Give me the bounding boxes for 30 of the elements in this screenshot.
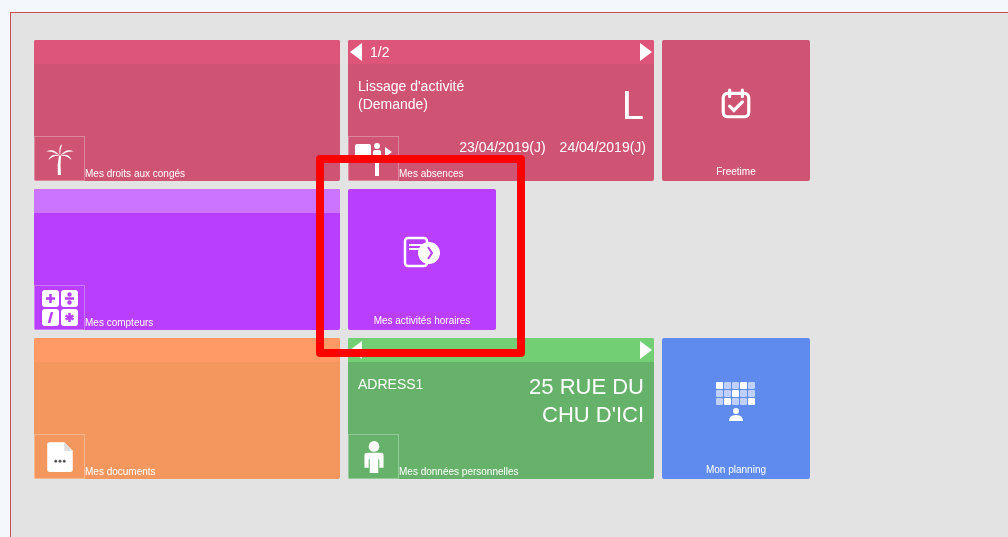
tile-label: Mes activités horaires — [373, 315, 471, 327]
dashboard-tile[interactable]: Mes documents — [34, 338, 340, 479]
tile-label: Mon planning — [705, 464, 766, 476]
dashboard-tile[interactable]: Mes droits aux congés — [34, 40, 340, 181]
calculator-icon — [40, 288, 79, 327]
absence-code: L — [621, 83, 644, 127]
absence-date: 24/04/2019(J) — [559, 140, 646, 155]
dashboard-tile[interactable]: Mes activités horaires — [348, 189, 496, 330]
next-arrow-icon[interactable] — [640, 341, 652, 359]
calendar-check-icon — [719, 87, 753, 121]
dashboard-tile[interactable]: Mes compteurs — [34, 189, 340, 330]
absence-status: (Demande) — [358, 95, 430, 113]
next-arrow-icon[interactable] — [640, 43, 652, 61]
page-counter: 1/2 — [370, 42, 390, 62]
dashboard-tile[interactable]: Mon planning — [662, 338, 810, 479]
address-label: ADRESS1 — [358, 375, 424, 393]
address-line: CHU D'ICI — [542, 401, 644, 429]
address-line: 25 RUE DU — [529, 373, 644, 401]
tile-label: Mes données personnelles — [399, 466, 519, 478]
dashboard-tile[interactable]: 1/2 Lissage d'activité (Demande) L 23/04/2019(J) 24/04/2019(J) Mes absences — [348, 40, 654, 181]
tile-label: Freetime — [716, 166, 756, 178]
tile-label: Mes droits aux congés — [85, 168, 186, 180]
tile-label: Mes absences — [399, 168, 464, 180]
tile-label: Mes compteurs — [85, 317, 154, 329]
absence-type: Lissage d'activité — [358, 77, 465, 95]
grid-person-icon — [716, 382, 756, 422]
previous-arrow-icon[interactable] — [350, 43, 362, 61]
absence-date: 23/04/2019(J) — [459, 140, 546, 155]
dashboard-tile[interactable]: Freetime — [662, 40, 810, 181]
tile-label: Mes documents — [85, 466, 156, 478]
